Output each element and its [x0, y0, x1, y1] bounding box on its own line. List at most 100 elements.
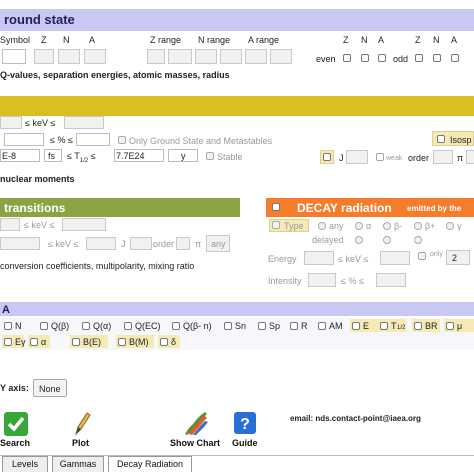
n-input[interactable]	[58, 49, 80, 64]
decay-any-radio[interactable]	[318, 222, 326, 230]
quantity-row2-checkbox-1[interactable]	[30, 338, 38, 346]
only-ground-checkbox[interactable]	[118, 136, 126, 144]
decay-delayed-2[interactable]	[383, 236, 391, 244]
half-life-unit-left[interactable]: fs	[44, 149, 62, 162]
decay-energy-min[interactable]	[304, 251, 334, 265]
y-axis-select[interactable]: None	[33, 379, 67, 397]
transition-energy-max[interactable]	[62, 218, 106, 231]
odd-a-checkbox[interactable]	[451, 54, 459, 62]
z-input[interactable]	[34, 49, 54, 64]
decay-delayed-1[interactable]	[355, 236, 363, 244]
transition-int-min[interactable]	[0, 237, 40, 250]
transition-energy-min[interactable]	[0, 218, 20, 231]
quantity-row2-checkbox-2[interactable]	[72, 338, 80, 346]
quantity-label-2: Q(α)	[93, 321, 112, 331]
quantity-checkbox-1[interactable]	[40, 322, 48, 330]
decay-only-checkbox[interactable]	[418, 252, 426, 260]
transition-int-max[interactable]	[86, 237, 116, 250]
transition-order-input[interactable]	[176, 237, 190, 250]
half-life-max-input[interactable]: 7.7E24	[114, 149, 164, 162]
decay-type-checkbox[interactable]	[272, 221, 280, 229]
tab-levels[interactable]: Levels	[2, 456, 48, 472]
pencil-icon[interactable]	[72, 410, 92, 436]
quantity-checkbox-11[interactable]	[414, 322, 422, 330]
quantity-row2-checkbox-0[interactable]	[4, 338, 12, 346]
quantity-checkbox-4[interactable]	[172, 322, 180, 330]
levels-header	[0, 96, 474, 116]
decay-intensity-max[interactable]	[376, 273, 406, 287]
decay-beta-plus-radio[interactable]	[414, 222, 422, 230]
stable-checkbox[interactable]	[206, 152, 214, 160]
pi-input[interactable]	[466, 150, 474, 164]
odd-n-checkbox[interactable]	[433, 54, 441, 62]
quantity-checkbox-6[interactable]	[258, 322, 266, 330]
quantity-checkbox-5[interactable]	[224, 322, 232, 330]
quantity-checkbox-2[interactable]	[82, 322, 90, 330]
odd-a-label: A	[451, 35, 458, 45]
decay-intensity-min[interactable]	[308, 273, 336, 287]
quantity-row2-checkbox-4[interactable]	[160, 338, 168, 346]
quantity-row2-label-4: δ	[171, 337, 177, 347]
even-z-checkbox[interactable]	[343, 54, 351, 62]
quantity-checkbox-12[interactable]	[446, 322, 454, 330]
tab-gammas[interactable]: Gammas	[52, 456, 104, 472]
level-energy-min[interactable]	[0, 116, 22, 129]
level-energy-max[interactable]	[64, 116, 104, 129]
transitions-title: transitions	[4, 201, 66, 215]
j-input[interactable]	[346, 150, 368, 164]
j-checkbox[interactable]	[323, 153, 331, 161]
even-n-checkbox[interactable]	[361, 54, 369, 62]
quantity-checkbox-3[interactable]	[124, 322, 132, 330]
order-input[interactable]	[433, 150, 453, 164]
plot-button-label[interactable]: Plot	[72, 438, 89, 448]
quantity-checkbox-0[interactable]	[4, 322, 12, 330]
guide-button-label[interactable]: Guide	[232, 438, 258, 448]
search-icon[interactable]	[4, 412, 28, 436]
level-pct-min[interactable]	[4, 133, 44, 146]
quantity-row2-checkbox-3[interactable]	[118, 338, 126, 346]
quantity-checkbox-9[interactable]	[352, 322, 360, 330]
weak-checkbox[interactable]	[376, 153, 384, 161]
half-life-sub: 1/2	[79, 157, 89, 164]
decay-only-select[interactable]: 2	[446, 250, 470, 265]
quantity-checkbox-7[interactable]	[290, 322, 298, 330]
stable-label: Stable	[217, 152, 243, 162]
half-life-min-input[interactable]: E-8	[0, 149, 40, 162]
a-range-min[interactable]	[245, 49, 267, 64]
n-range-max[interactable]	[220, 49, 242, 64]
decay-any-label: any	[329, 221, 344, 231]
transition-any-select[interactable]: any	[206, 235, 230, 252]
help-icon[interactable]: ?	[234, 412, 256, 434]
transition-j-input[interactable]	[130, 237, 152, 250]
tab-decay-radiation[interactable]: Decay Radiation	[108, 456, 192, 472]
decay-energy-kev-label: ≤ keV ≤	[338, 254, 369, 264]
quantity-checkbox-8[interactable]	[318, 322, 326, 330]
decay-alpha-radio[interactable]	[355, 222, 363, 230]
level-pct-max[interactable]	[76, 133, 110, 146]
decay-energy-max[interactable]	[380, 251, 410, 265]
a-input[interactable]	[84, 49, 106, 64]
z-range-max[interactable]	[168, 49, 192, 64]
isospin-checkbox[interactable]	[437, 135, 445, 143]
z-range-min[interactable]	[147, 49, 165, 64]
symbol-input[interactable]	[2, 49, 26, 64]
show-chart-button-label[interactable]: Show Chart	[170, 438, 220, 448]
even-a-checkbox[interactable]	[378, 54, 386, 62]
chart-icon[interactable]	[183, 410, 209, 436]
decay-alpha-label: α	[366, 221, 372, 231]
half-life-unit-right[interactable]: y	[168, 149, 198, 162]
decay-gamma-radio[interactable]	[446, 222, 454, 230]
decay-checkbox[interactable]	[272, 203, 280, 211]
conversion-label: conversion coefficients, multipolarity, …	[0, 261, 195, 271]
decay-beta-minus-radio[interactable]	[383, 222, 391, 230]
half-life-label: ≤ T1/2 ≤	[67, 151, 96, 164]
n-range-min[interactable]	[195, 49, 217, 64]
half-life-le: ≤	[90, 151, 96, 161]
quantity-checkbox-10[interactable]	[380, 322, 388, 330]
search-button-label[interactable]: Search	[0, 438, 30, 448]
contact-email[interactable]: email: nds.contact-point@iaea.org	[290, 414, 421, 423]
decay-delayed-3[interactable]	[414, 236, 422, 244]
a-range-max[interactable]	[270, 49, 292, 64]
odd-z-checkbox[interactable]	[415, 54, 423, 62]
col-z-range: Z range	[150, 35, 182, 45]
